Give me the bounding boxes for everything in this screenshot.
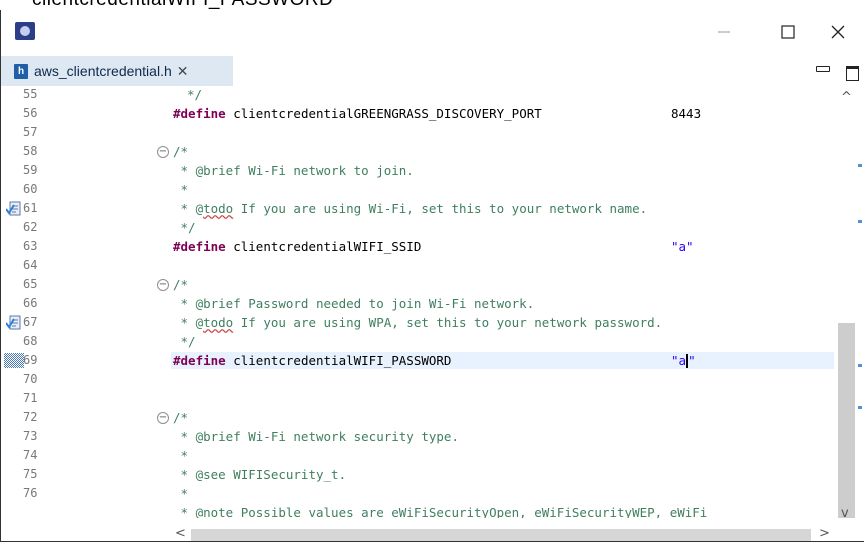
- code-line-68: */: [173, 334, 196, 349]
- code-line-69: #define clientcredentialWIFI_PASSWORD "a ": [173, 352, 696, 369]
- macro-name: clientcredentialWIFI_SSID: [233, 239, 422, 254]
- tab-aws-clientcredential[interactable]: h aws_clientcredential.h ✕: [1, 56, 233, 86]
- overview-marker[interactable]: [858, 406, 862, 409]
- caption-text-strip: clientcredentialWIFI_PASSWORD: [0, 0, 864, 10]
- maximize-button[interactable]: [765, 10, 811, 54]
- editor-window: h aws_clientcredential.h ✕ 55 56 57 58 5…: [0, 10, 864, 542]
- fold-collapse-icon[interactable]: −: [157, 279, 169, 291]
- line-number: 62: [23, 220, 38, 234]
- code-line-75: *: [173, 486, 189, 501]
- line-number: 67: [23, 315, 38, 329]
- code-line-58: /*: [173, 144, 189, 159]
- text-caret: [686, 354, 689, 368]
- line-number: 64: [23, 258, 38, 272]
- code-line-62: */: [173, 220, 196, 235]
- tab-close-icon[interactable]: ✕: [177, 63, 189, 80]
- close-icon: [831, 25, 845, 39]
- code-line-59: * @brief Wi-Fi network to join.: [173, 163, 414, 178]
- code-line-72: * @brief Wi-Fi network security type.: [173, 429, 459, 444]
- line-number: 57: [23, 125, 38, 139]
- macro-name: clientcredentialWIFI_PASSWORD: [233, 353, 452, 368]
- line-number: 75: [23, 467, 38, 481]
- code-line-74: * @see WIFISecurity_t.: [173, 467, 347, 482]
- line-number: 56: [23, 106, 38, 120]
- line-number: 60: [23, 182, 38, 196]
- code-line-76: * @note Possible values are eWiFiSecurit…: [173, 505, 708, 518]
- editor-tab-bar: h aws_clientcredential.h ✕: [1, 56, 864, 86]
- scroll-down-icon[interactable]: v: [841, 506, 849, 521]
- eclipse-app-icon: [15, 22, 35, 40]
- overview-marker[interactable]: [858, 220, 862, 223]
- close-button[interactable]: [815, 10, 861, 54]
- line-number: 71: [23, 391, 38, 405]
- minimize-button[interactable]: [701, 10, 747, 54]
- code-line-61: * @todo If you are using Wi-Fi, set this…: [173, 200, 648, 217]
- overview-marker[interactable]: [858, 364, 862, 367]
- code-line-71: /*: [173, 410, 189, 425]
- tab-label: aws_clientcredential.h: [34, 63, 172, 79]
- line-number: 76: [23, 486, 38, 500]
- line-number: 65: [23, 277, 38, 291]
- code-line-67: * @todo If you are using WPA, set this t…: [173, 314, 663, 331]
- line-number: 74: [23, 448, 38, 462]
- code-line-56: #define clientcredentialGREENGRASS_DISCO…: [173, 105, 701, 122]
- code-line-55: */: [187, 87, 203, 102]
- fold-collapse-icon[interactable]: −: [157, 412, 169, 424]
- line-number: 61: [23, 201, 38, 215]
- line-number: 59: [23, 163, 38, 177]
- code-editor[interactable]: 55 56 57 58 59 60 61 62 63 64 65 66 67 6…: [1, 86, 864, 541]
- maximize-icon: [781, 25, 795, 39]
- define-keyword: #define: [173, 106, 226, 121]
- line-number: 68: [23, 334, 38, 348]
- macro-value: "a": [671, 239, 694, 254]
- overview-ruler: [857, 86, 864, 518]
- scroll-right-icon[interactable]: >: [819, 526, 830, 541]
- fold-collapse-icon[interactable]: −: [157, 146, 169, 158]
- macro-value: 8443: [671, 106, 702, 121]
- vertical-scroll-thumb[interactable]: [838, 323, 855, 518]
- macro-name: clientcredentialGREENGRASS_DISCOVERY_POR…: [233, 106, 542, 121]
- caption-text: clientcredentialWIFI_PASSWORD: [32, 0, 333, 10]
- occurrence-marker-icon: [4, 353, 24, 368]
- define-keyword: #define: [173, 239, 226, 254]
- header-file-icon: h: [14, 63, 28, 79]
- comment-text: If you are using Wi-Fi, set this to your…: [233, 201, 648, 216]
- minimize-view-icon[interactable]: [816, 66, 830, 72]
- line-number: 70: [23, 372, 38, 386]
- value-text: "a: [671, 353, 687, 368]
- code-line-66: * @brief Password needed to join Wi-Fi n…: [173, 296, 535, 311]
- horizontal-scroll-thumb[interactable]: [191, 529, 811, 541]
- comment-text: If you are using WPA, set this to your n…: [233, 315, 663, 330]
- line-number: 58: [23, 144, 38, 158]
- line-number: 69: [23, 353, 38, 367]
- line-number: 66: [23, 296, 38, 310]
- task-marker-icon[interactable]: [6, 200, 22, 216]
- todo-tag: todo: [203, 315, 234, 330]
- code-line-73: *: [173, 448, 189, 463]
- macro-value[interactable]: "a ": [671, 352, 696, 369]
- comment-text: * @: [173, 201, 204, 216]
- scroll-left-icon[interactable]: <: [175, 526, 186, 541]
- value-text: ": [688, 353, 696, 368]
- maximize-view-icon[interactable]: [846, 66, 859, 81]
- define-keyword: #define: [173, 353, 226, 368]
- line-number: 55: [23, 87, 38, 101]
- code-line-65: /*: [173, 277, 189, 292]
- comment-text: * @: [173, 315, 204, 330]
- title-bar: [1, 10, 864, 56]
- scroll-up-icon[interactable]: ^: [841, 90, 852, 105]
- code-line-63: #define clientcredentialWIFI_SSID "a": [173, 238, 694, 255]
- overview-marker[interactable]: [858, 164, 862, 167]
- minimize-icon: [718, 31, 730, 33]
- todo-tag: todo: [203, 201, 234, 216]
- task-marker-icon[interactable]: [6, 314, 22, 330]
- code-line-60: *: [173, 182, 189, 197]
- line-number: 63: [23, 239, 38, 253]
- line-number: 73: [23, 429, 38, 443]
- line-number-gutter: 55 56 57 58 59 60 61 62 63 64 65 66 67 6…: [1, 86, 57, 518]
- line-number: 72: [23, 410, 38, 424]
